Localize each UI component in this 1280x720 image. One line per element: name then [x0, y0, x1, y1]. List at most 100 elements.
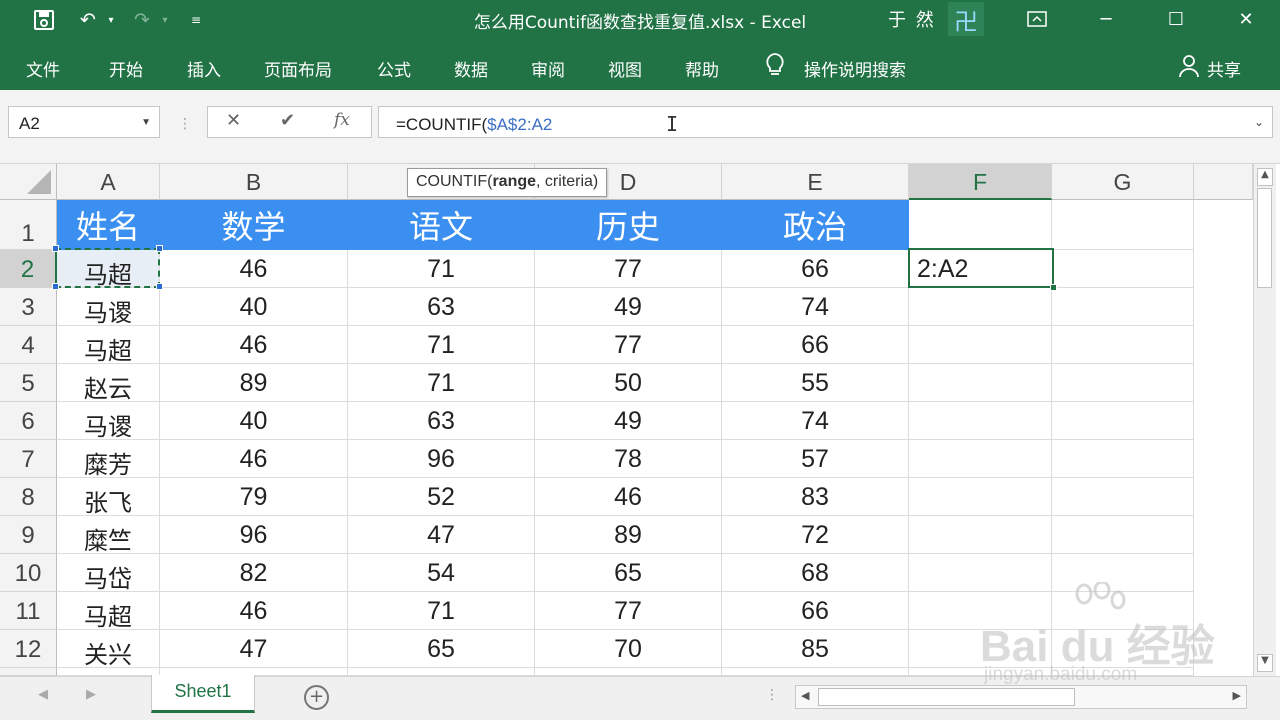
scroll-up-icon[interactable]: ▲ — [1257, 168, 1273, 186]
range-handle[interactable] — [156, 283, 163, 290]
maximize-icon[interactable]: ☐ — [1151, 0, 1201, 38]
tab-review[interactable]: 审阅 — [531, 56, 565, 81]
empty-cell[interactable] — [722, 668, 909, 676]
column-header-b[interactable]: B — [160, 164, 348, 200]
tab-formulas[interactable]: 公式 — [377, 56, 411, 81]
empty-cell[interactable] — [909, 326, 1052, 364]
active-cell-editor[interactable]: 2:A2 — [908, 248, 1057, 291]
tab-help[interactable]: 帮助 — [685, 56, 719, 81]
insert-function-icon[interactable]: fx — [334, 110, 350, 130]
table-cell[interactable]: 46 — [160, 250, 348, 288]
empty-cell[interactable] — [1052, 326, 1194, 364]
table-cell[interactable]: 49 — [535, 288, 722, 326]
table-cell[interactable]: 77 — [535, 250, 722, 288]
empty-cell[interactable] — [909, 288, 1052, 326]
close-icon[interactable]: ✕ — [1221, 0, 1271, 38]
table-cell[interactable]: 71 — [348, 592, 535, 630]
share-button[interactable]: 共享 — [1207, 56, 1241, 81]
cancel-icon[interactable]: ✕ — [226, 110, 241, 131]
redo-icon[interactable]: ↷ — [128, 8, 156, 32]
name-box-dropdown-icon[interactable]: ▼ — [141, 117, 151, 128]
empty-cell[interactable] — [57, 668, 160, 676]
row-header-3[interactable]: 3 — [0, 288, 57, 326]
tab-data[interactable]: 数据 — [454, 56, 488, 81]
row-header-4[interactable]: 4 — [0, 326, 57, 364]
ribbon-display-options-icon[interactable] — [1012, 0, 1062, 38]
table-cell[interactable]: 89 — [160, 364, 348, 402]
excel-save-icon[interactable] — [30, 8, 58, 32]
row-header-2[interactable]: 2 — [0, 250, 57, 288]
table-cell[interactable]: 65 — [348, 630, 535, 668]
table-cell[interactable]: 糜竺 — [57, 516, 160, 554]
empty-cell[interactable] — [1052, 250, 1194, 288]
table-cell[interactable]: 96 — [160, 516, 348, 554]
range-handle[interactable] — [52, 245, 59, 252]
share-person-icon[interactable] — [1178, 54, 1200, 83]
empty-cell[interactable] — [1052, 364, 1194, 402]
range-handle[interactable] — [156, 245, 163, 252]
header-cell[interactable]: 姓名 — [57, 200, 160, 250]
table-cell[interactable]: 马超 — [57, 592, 160, 630]
tab-file[interactable]: 文件 — [26, 56, 60, 81]
table-cell[interactable]: 47 — [348, 516, 535, 554]
table-cell[interactable]: 63 — [348, 288, 535, 326]
tooltip-arg-range[interactable]: range — [492, 173, 536, 190]
empty-cell[interactable] — [1052, 200, 1194, 250]
table-cell[interactable]: 65 — [535, 554, 722, 592]
tooltip-func[interactable]: COUNTIF( — [416, 173, 492, 190]
table-cell[interactable]: 49 — [535, 402, 722, 440]
undo-icon[interactable]: ↶ — [74, 8, 102, 32]
table-cell[interactable]: 46 — [160, 326, 348, 364]
name-box[interactable]: A2 ▼ — [8, 106, 160, 138]
row-header-1[interactable]: 1 — [0, 200, 57, 250]
table-cell[interactable]: 79 — [160, 478, 348, 516]
table-cell[interactable]: 63 — [348, 402, 535, 440]
table-cell[interactable]: 96 — [348, 440, 535, 478]
empty-cell[interactable] — [1052, 516, 1194, 554]
table-cell[interactable]: 关兴 — [57, 630, 160, 668]
table-cell[interactable]: 78 — [535, 440, 722, 478]
row-header-partial[interactable] — [0, 668, 57, 676]
table-cell[interactable]: 82 — [160, 554, 348, 592]
table-cell[interactable]: 71 — [348, 326, 535, 364]
table-cell[interactable]: 57 — [722, 440, 909, 478]
row-header-9[interactable]: 9 — [0, 516, 57, 554]
tab-page-layout[interactable]: 页面布局 — [264, 56, 332, 81]
table-cell[interactable]: 66 — [722, 592, 909, 630]
header-cell[interactable]: 语文 — [348, 200, 535, 250]
column-header-partial[interactable] — [1194, 164, 1253, 200]
column-header-e[interactable]: E — [722, 164, 909, 200]
table-cell[interactable]: 马超 — [57, 326, 160, 364]
table-cell[interactable]: 66 — [722, 326, 909, 364]
table-cell[interactable]: 40 — [160, 288, 348, 326]
header-cell[interactable]: 历史 — [535, 200, 722, 250]
empty-cell[interactable] — [1052, 402, 1194, 440]
table-cell[interactable]: 74 — [722, 288, 909, 326]
row-header-8[interactable]: 8 — [0, 478, 57, 516]
table-cell[interactable]: 40 — [160, 402, 348, 440]
table-cell[interactable]: 77 — [535, 326, 722, 364]
formula-input[interactable]: =COUNTIF($A$2:A2 I ⌄ — [378, 106, 1273, 138]
sheet-next-icon[interactable]: ▶ — [86, 687, 96, 702]
tell-me-search[interactable]: 操作说明搜索 — [804, 56, 906, 81]
expand-formula-bar-icon[interactable]: ⌄ — [1254, 115, 1264, 129]
tab-view[interactable]: 视图 — [608, 56, 642, 81]
column-header-f[interactable]: F — [909, 164, 1052, 200]
column-header-a[interactable]: A — [57, 164, 160, 200]
empty-cell[interactable] — [535, 668, 722, 676]
add-sheet-icon[interactable]: + — [304, 685, 329, 710]
header-cell[interactable]: 政治 — [722, 200, 909, 250]
table-cell[interactable]: 50 — [535, 364, 722, 402]
table-cell[interactable]: 85 — [722, 630, 909, 668]
table-cell[interactable]: 46 — [160, 440, 348, 478]
table-cell[interactable]: 张飞 — [57, 478, 160, 516]
lightbulb-icon[interactable] — [764, 52, 786, 84]
table-cell[interactable]: 马谡 — [57, 402, 160, 440]
column-header-g[interactable]: G — [1052, 164, 1194, 200]
table-cell[interactable]: 46 — [160, 592, 348, 630]
table-cell[interactable]: 72 — [722, 516, 909, 554]
empty-cell[interactable] — [1052, 288, 1194, 326]
table-cell[interactable]: 83 — [722, 478, 909, 516]
table-cell[interactable]: 46 — [535, 478, 722, 516]
empty-cell[interactable] — [1052, 440, 1194, 478]
